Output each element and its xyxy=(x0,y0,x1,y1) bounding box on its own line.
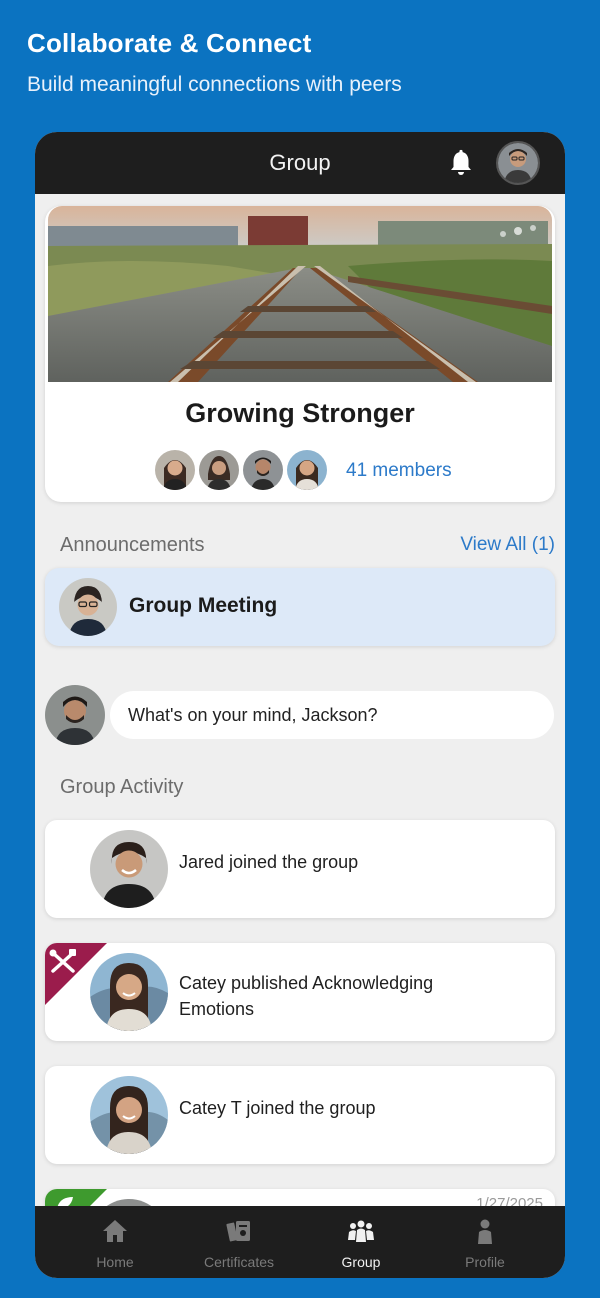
activity-text: Catey T joined the group xyxy=(179,1098,376,1118)
nav-group[interactable]: Group xyxy=(295,1206,427,1278)
content-area[interactable]: Growing Stronger 41 members Announcement… xyxy=(35,194,565,1206)
view-all-announcements-link[interactable]: View All (1) xyxy=(460,534,555,556)
activity-avatar xyxy=(90,953,168,1031)
activity-avatar xyxy=(90,830,168,908)
group-icon xyxy=(346,1218,376,1244)
post-composer-input[interactable] xyxy=(110,691,554,739)
nav-label: Profile xyxy=(465,1254,505,1270)
profile-icon xyxy=(470,1218,500,1244)
nav-home[interactable]: Home xyxy=(49,1206,181,1278)
member-avatar xyxy=(241,448,285,492)
group-header-card: Growing Stronger 41 members xyxy=(45,206,555,502)
announcements-heading: Announcements xyxy=(60,534,205,556)
phone-screen: Group Growing Stronger 41 members Announ… xyxy=(35,132,565,1278)
nav-profile[interactable]: Profile xyxy=(419,1206,551,1278)
nav-label: Certificates xyxy=(203,1254,275,1270)
user-avatar[interactable] xyxy=(496,141,540,185)
group-activity-heading: Group Activity xyxy=(60,776,184,798)
page-title: Group xyxy=(269,150,331,175)
group-cover-image xyxy=(48,206,552,382)
activity-item[interactable]: 1/27/2025 xyxy=(45,1189,555,1206)
promo-title: Collaborate & Connect xyxy=(27,28,312,58)
activity-date: 1/27/2025 xyxy=(476,1195,543,1206)
activity-avatar xyxy=(90,1076,168,1154)
announcement-avatar xyxy=(59,578,117,636)
nav-label: Group xyxy=(341,1254,381,1270)
member-avatar xyxy=(153,448,197,492)
bottom-navigation: Home Certificates Group Profile xyxy=(35,1206,565,1278)
certificates-icon xyxy=(224,1218,254,1244)
activity-item[interactable]: Jared joined the group xyxy=(45,820,555,918)
activity-item[interactable]: Catey T joined the group xyxy=(45,1066,555,1164)
nav-certificates[interactable]: Certificates xyxy=(173,1206,305,1278)
composer-avatar xyxy=(45,685,105,745)
leaf-icon xyxy=(45,1189,107,1206)
group-name: Growing Stronger xyxy=(185,398,415,428)
activity-item[interactable]: Catey published Acknowledging Emotions xyxy=(45,943,555,1041)
announcement-item[interactable]: Group Meeting xyxy=(45,568,555,646)
nav-label: Home xyxy=(96,1254,134,1270)
activity-text: Catey published Acknowledging Emotions xyxy=(179,973,434,1019)
member-avatar xyxy=(197,448,241,492)
member-count-link[interactable]: 41 members xyxy=(346,460,452,482)
announcement-title: Group Meeting xyxy=(129,594,278,617)
activity-text: Jared joined the group xyxy=(179,852,359,872)
top-app-bar: Group xyxy=(35,132,565,194)
member-avatar xyxy=(285,448,329,492)
promo-subtitle: Build meaningful connections with peers xyxy=(27,73,402,96)
home-icon xyxy=(100,1218,130,1244)
bell-icon[interactable] xyxy=(446,148,476,178)
